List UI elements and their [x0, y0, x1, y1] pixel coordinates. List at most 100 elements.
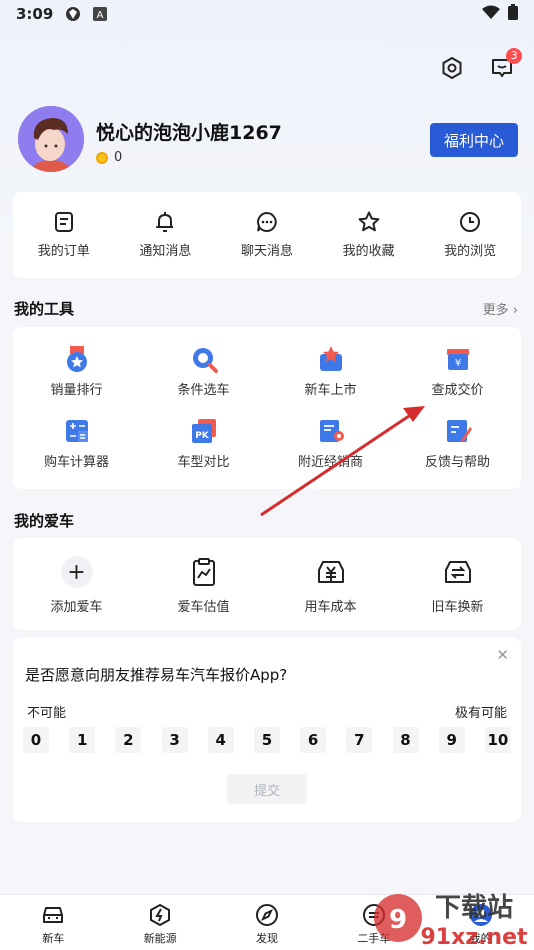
clock-icon	[460, 212, 481, 232]
tool-label: 反馈与帮助	[424, 455, 490, 470]
rating-option[interactable]: 2	[115, 727, 142, 753]
tool-calculator[interactable]: 购车计算器	[13, 399, 140, 471]
a-notification-icon: A	[93, 7, 108, 21]
energy-icon	[150, 903, 171, 927]
coin-count: 0	[114, 150, 123, 165]
car-cost-button[interactable]: 用车成本	[267, 556, 394, 615]
quick-link-label: 我的订单	[37, 244, 90, 259]
rating-option[interactable]: 0	[23, 727, 49, 753]
tool-feedback[interactable]: 反馈与帮助	[394, 399, 521, 471]
survey-low-label: 不可能	[27, 706, 67, 721]
tool-filter-cars[interactable]: 条件选车	[140, 327, 267, 399]
star-icon	[358, 211, 379, 232]
rating-option[interactable]: 5	[253, 727, 280, 753]
add-car-button[interactable]: + 添加爱车	[13, 556, 140, 615]
tab-discover[interactable]: 发现	[214, 895, 321, 950]
tool-new-cars[interactable]: 新车上市	[267, 327, 394, 399]
tool-label: 附近经销商	[297, 455, 363, 470]
welfare-center-button[interactable]: 福利中心	[430, 123, 518, 157]
my-car-card: + 添加爱车 爱车估值 用车成本 旧车换新	[13, 538, 521, 630]
messages-button[interactable]: 3	[488, 48, 522, 82]
settings-button[interactable]	[438, 54, 466, 82]
rating-option[interactable]: 3	[161, 727, 188, 753]
profile-header: 悦心的泡泡小鹿1267 0 福利中心	[18, 106, 518, 176]
svg-text:¥: ¥	[454, 358, 460, 369]
feedback-icon	[446, 420, 472, 442]
svg-text:A: A	[97, 10, 104, 21]
tool-nearby-dealers[interactable]: 附近经销商	[267, 399, 394, 471]
tool-label: 销量排行	[50, 383, 103, 398]
survey-card: ✕ 是否愿意向朋友推荐易车汽车报价App? 不可能 极有可能 0 1 2 3 4…	[13, 638, 521, 822]
status-bar: 3:09 A	[0, 0, 534, 28]
coin-icon	[96, 151, 108, 164]
quick-link-history[interactable]: 我的浏览	[419, 192, 521, 278]
rating-option[interactable]: 10	[484, 727, 511, 753]
trade-in-button[interactable]: 旧车换新	[394, 556, 521, 615]
quick-link-notifications[interactable]: 通知消息	[115, 192, 217, 278]
tool-label: 购车计算器	[43, 455, 109, 470]
rating-option[interactable]: 7	[346, 727, 373, 753]
compass-icon	[255, 904, 278, 926]
chevron-right-icon: ›	[512, 303, 518, 318]
calculator-icon	[65, 420, 88, 442]
watermark-domain: 91xz.net	[420, 925, 528, 950]
tools-section-title: 我的工具	[14, 300, 75, 318]
car-icon	[43, 907, 64, 923]
quick-links-card: 我的订单 通知消息 聊天消息 我的收藏 我的浏览	[13, 192, 521, 278]
chat-icon	[257, 211, 277, 232]
valuation-icon	[192, 558, 215, 586]
tab-label: 新能源	[143, 932, 177, 945]
site-watermark: 9 下载站 91xz.net	[370, 884, 530, 950]
wifi-icon	[482, 5, 500, 23]
tool-label: 车型对比	[177, 455, 230, 470]
car-action-label: 爱车估值	[177, 600, 230, 615]
plus-icon: +	[60, 556, 93, 588]
messages-badge: 3	[506, 48, 522, 64]
rating-option[interactable]: 4	[207, 727, 234, 753]
car-action-label: 添加爱车	[50, 600, 103, 615]
tab-new-energy[interactable]: 新能源	[107, 895, 214, 950]
trade-in-icon	[444, 561, 471, 583]
watermark-brand: 下载站	[435, 893, 513, 923]
username: 悦心的泡泡小鹿1267	[96, 122, 282, 144]
tool-check-price[interactable]: ¥ 查成交价	[394, 327, 521, 399]
rating-option[interactable]: 9	[438, 727, 465, 753]
svg-text:PK: PK	[195, 431, 210, 441]
rating-option[interactable]: 8	[392, 727, 419, 753]
rating-scale: 0 1 2 3 4 5 6 7 8 9 10	[23, 727, 511, 753]
avatar[interactable]	[18, 106, 84, 172]
coin-balance[interactable]: 0	[96, 150, 122, 165]
svg-text:9: 9	[389, 905, 407, 935]
bell-icon	[156, 212, 174, 232]
tab-new-car[interactable]: 新车	[0, 895, 107, 950]
medal-icon	[66, 346, 87, 372]
close-icon[interactable]: ✕	[496, 646, 509, 664]
tools-card: 销量排行 条件选车 新车上市 ¥ 查成交价 购车计算器 PK 车型对比 附近经销…	[13, 327, 521, 489]
quick-link-label: 通知消息	[139, 244, 192, 259]
survey-question: 是否愿意向朋友推荐易车汽车报价App?	[25, 666, 288, 684]
settings-icon	[442, 56, 462, 80]
rating-option[interactable]: 1	[69, 727, 96, 753]
tool-label: 条件选车	[177, 383, 230, 398]
car-action-label: 旧车换新	[431, 600, 484, 615]
quick-link-orders[interactable]: 我的订单	[13, 192, 115, 278]
tool-sales-ranking[interactable]: 销量排行	[13, 327, 140, 399]
search-car-icon	[192, 348, 218, 373]
tools-more-link[interactable]: 更多 ›	[483, 299, 518, 318]
car-action-label: 用车成本	[304, 600, 357, 615]
dealer-icon	[319, 420, 344, 442]
quick-link-favorites[interactable]: 我的收藏	[318, 192, 420, 278]
submit-button[interactable]: 提交	[227, 774, 307, 804]
tool-compare[interactable]: PK 车型对比	[140, 399, 267, 471]
price-icon: ¥	[446, 349, 469, 370]
rating-option[interactable]: 6	[300, 727, 327, 753]
status-time: 3:09	[16, 5, 54, 23]
app-notification-icon	[65, 6, 81, 22]
car-valuation-button[interactable]: 爱车估值	[140, 556, 267, 615]
quick-link-label: 我的浏览	[444, 244, 497, 259]
new-car-icon	[319, 346, 342, 371]
tool-label: 新车上市	[304, 383, 357, 398]
quick-link-chat[interactable]: 聊天消息	[216, 192, 318, 278]
order-icon	[54, 212, 73, 232]
cost-icon	[317, 561, 344, 583]
